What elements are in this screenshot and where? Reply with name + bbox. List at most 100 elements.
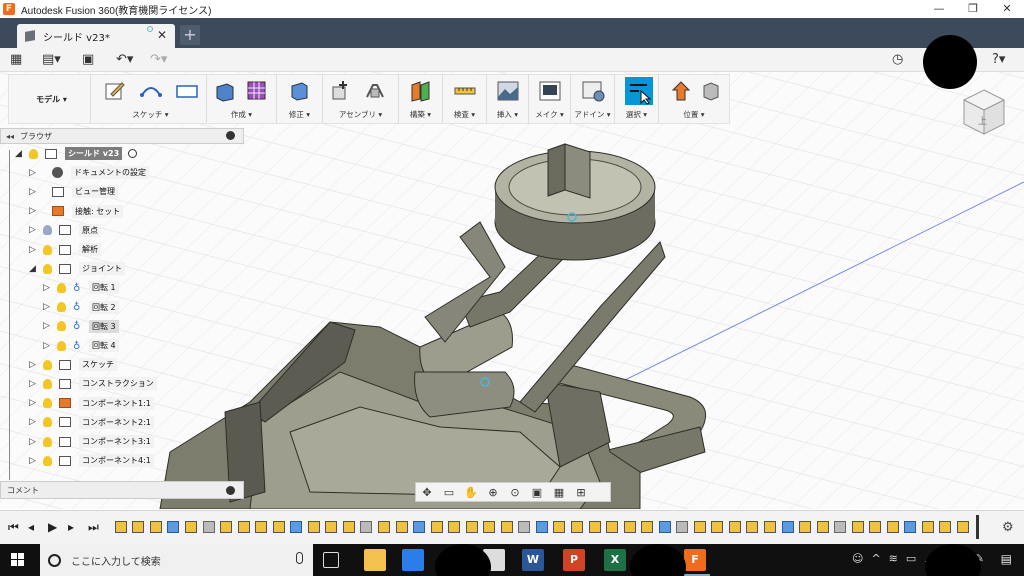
visibility-bulb-icon[interactable]: [57, 321, 66, 332]
tree-item[interactable]: ▷ 原点: [28, 222, 101, 239]
close-tab-button[interactable]: ✕: [157, 28, 167, 42]
orbit-icon[interactable]: ✥: [416, 486, 438, 499]
visibility-bulb-icon[interactable]: [43, 398, 52, 409]
step-back-button[interactable]: ◂: [28, 520, 34, 534]
expand-triangle-icon[interactable]: ▷: [28, 437, 37, 447]
timeline-feature-icon[interactable]: [709, 519, 727, 535]
make-group[interactable]: メイク ▾: [529, 75, 571, 123]
people-icon[interactable]: ☺: [852, 552, 863, 565]
timeline-feature-icon[interactable]: [165, 519, 183, 535]
timeline-marker[interactable]: [976, 515, 979, 539]
form-icon[interactable]: [245, 79, 269, 103]
expand-triangle-icon[interactable]: ▷: [28, 168, 37, 178]
file-menu-icon[interactable]: ▤▾: [42, 52, 61, 67]
timeline-feature-icon[interactable]: [112, 519, 130, 535]
fusion-icon[interactable]: F: [680, 549, 710, 576]
timeline-feature-icon[interactable]: [849, 519, 867, 535]
tree-item[interactable]: ▷ コンストラクション: [28, 375, 157, 392]
tree-item[interactable]: ▷ 接触: セット: [28, 203, 124, 220]
rectangle-icon[interactable]: [175, 79, 199, 103]
windows-start-icon[interactable]: [11, 553, 25, 567]
revert-position-icon[interactable]: [699, 79, 723, 103]
timeline-feature-icon[interactable]: [867, 519, 885, 535]
tree-item[interactable]: ▷ スケッチ: [28, 356, 117, 373]
look-at-icon[interactable]: ▭: [438, 486, 460, 499]
explorer-icon[interactable]: [364, 549, 386, 571]
timeline-settings-gear-icon[interactable]: ⚙: [1002, 520, 1014, 535]
timeline-feature-icon[interactable]: [410, 519, 428, 535]
extrude-icon[interactable]: [213, 79, 237, 103]
timeline-feature-icon[interactable]: [621, 519, 639, 535]
timeline-feature-icon[interactable]: [393, 519, 411, 535]
tree-item[interactable]: ▷ ビュー管理: [28, 183, 118, 200]
comments-panel[interactable]: コメント: [0, 481, 244, 499]
task-view-icon[interactable]: [323, 552, 339, 568]
timeline-feature-icon[interactable]: [287, 519, 305, 535]
document-tab[interactable]: シールド v23* ✕: [17, 24, 175, 48]
timeline-feature-icon[interactable]: [480, 519, 498, 535]
timeline-feature-icon[interactable]: [463, 519, 481, 535]
battery-icon[interactable]: ▭: [906, 552, 916, 565]
timeline-feature-icon[interactable]: [884, 519, 902, 535]
sketch-group[interactable]: スケッチ ▾: [95, 75, 207, 123]
expand-triangle-icon[interactable]: ▷: [28, 379, 37, 389]
pan-icon[interactable]: ✋: [460, 486, 482, 499]
timeline-feature-icon[interactable]: [498, 519, 516, 535]
expand-triangle-icon[interactable]: ▷: [28, 245, 37, 255]
visibility-bulb-icon[interactable]: [43, 244, 52, 255]
tree-item[interactable]: ▷ 解析: [28, 241, 101, 258]
timeline-feature-icon[interactable]: [340, 519, 358, 535]
addins-group[interactable]: アドイン ▾: [571, 75, 615, 123]
position-group[interactable]: 位置 ▾: [659, 75, 729, 123]
expand-triangle-icon[interactable]: ▷: [28, 398, 37, 408]
grid-icon[interactable]: ▦: [548, 486, 570, 499]
visibility-bulb-icon[interactable]: [57, 302, 66, 313]
timeline-feature-icon[interactable]: [217, 519, 235, 535]
notification-icon[interactable]: ▤: [1001, 552, 1012, 566]
timeline-feature-icon[interactable]: [358, 519, 376, 535]
timeline-feature-icon[interactable]: [516, 519, 534, 535]
job-status-clock-icon[interactable]: ◷: [892, 52, 903, 67]
taskbar-search[interactable]: ここに入力して検索: [40, 544, 313, 576]
expand-triangle-icon[interactable]: ▷: [28, 417, 37, 427]
tree-item[interactable]: ▷ コンポーネント2:1: [28, 414, 154, 431]
restore-button[interactable]: ❐: [956, 0, 990, 18]
timeline-feature-icon[interactable]: [761, 519, 779, 535]
timeline-feature-icon[interactable]: [375, 519, 393, 535]
expand-triangle-icon[interactable]: ▷: [28, 225, 37, 235]
timeline-feature-icon[interactable]: [691, 519, 709, 535]
collapse-browser-icon[interactable]: ◂◂: [6, 132, 14, 141]
timeline-feature-icon[interactable]: [674, 519, 692, 535]
timeline-feature-icon[interactable]: [445, 519, 463, 535]
measure-icon[interactable]: [453, 79, 477, 103]
comments-options-button[interactable]: [226, 486, 235, 495]
help-icon[interactable]: ?▾: [992, 52, 1005, 67]
insert-image-icon[interactable]: [496, 79, 520, 103]
activate-radio-icon[interactable]: [128, 149, 138, 158]
expand-triangle-icon[interactable]: ▷: [42, 302, 51, 312]
timeline-feature-icon[interactable]: [130, 519, 148, 535]
create-sketch-icon[interactable]: [103, 79, 127, 103]
view-cube[interactable]: 上: [958, 86, 1010, 138]
press-pull-icon[interactable]: [287, 79, 311, 103]
tree-item[interactable]: ▷ ♁ 回転 1: [42, 279, 119, 296]
excel-icon[interactable]: X: [604, 549, 626, 571]
visibility-bulb-icon[interactable]: [57, 340, 66, 351]
tree-item[interactable]: ▷ コンポーネント4:1: [28, 452, 154, 469]
data-panel-grid-icon[interactable]: ▦: [10, 52, 22, 67]
joint-icon[interactable]: [363, 79, 387, 103]
expand-triangle-icon[interactable]: ▷: [28, 456, 37, 466]
timeline-feature-icon[interactable]: [902, 519, 920, 535]
timeline-feature-icon[interactable]: [937, 519, 955, 535]
timeline-feature-icon[interactable]: [919, 519, 937, 535]
construct-group[interactable]: 構築 ▾: [399, 75, 443, 123]
visibility-bulb-icon[interactable]: [43, 436, 52, 447]
tree-item[interactable]: ▷ ♁ 回転 3: [42, 318, 119, 335]
timeline-feature-icon[interactable]: [779, 519, 797, 535]
timeline-feature-icon[interactable]: [814, 519, 832, 535]
expand-triangle-icon[interactable]: ▷: [42, 321, 51, 331]
viewports-icon[interactable]: ⊞: [570, 486, 592, 499]
timeline-feature-icon[interactable]: [533, 519, 551, 535]
select-arrow-icon[interactable]: [625, 77, 653, 105]
timeline-feature-icon[interactable]: [656, 519, 674, 535]
